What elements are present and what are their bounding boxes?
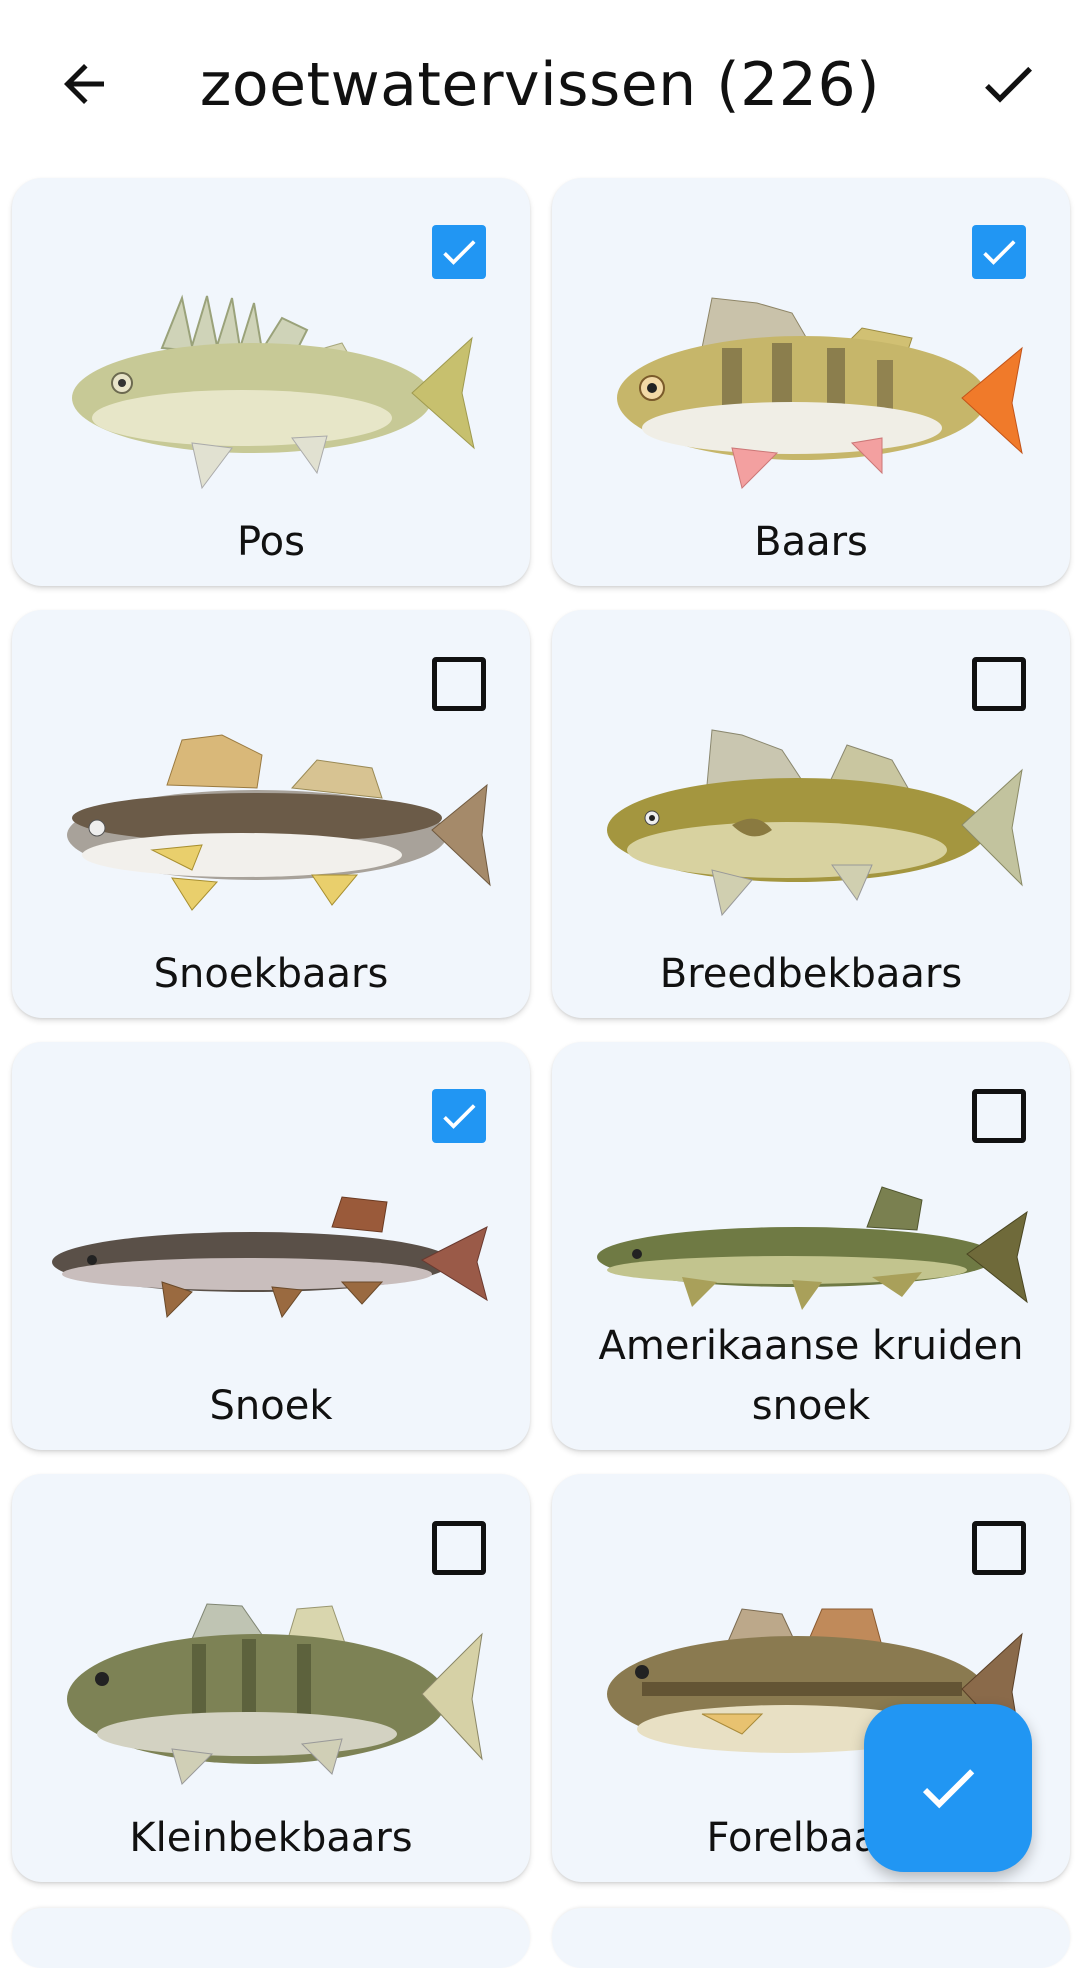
confirm-fab[interactable] [864,1704,1032,1872]
fish-name: Kleinbekbaars [129,1815,413,1861]
fish-card-snoekbaars[interactable]: Snoekbaars [12,610,530,1018]
fish-name: Breedbekbaars [659,951,963,997]
fish-image [67,1603,483,1785]
fish-image [72,294,475,490]
fish-card-breedbekbaars[interactable]: Breedbekbaars [552,610,1070,1018]
check-icon [985,66,1032,103]
confirm-button[interactable] [968,44,1048,124]
back-button[interactable] [44,44,124,124]
fish-card-amerikaanse-kruiden-snoek[interactable]: Amerikaanse kruiden snoek [552,1042,1070,1450]
fish-name: Snoek [209,1383,333,1429]
fish-card-pos[interactable]: Pos [12,178,530,586]
fish-name: Baars [754,519,868,565]
card-partial [12,1908,530,1968]
fish-image [52,1196,488,1319]
app-bar: zoetwatervissen (226) [0,0,1080,170]
fish-name: Pos [236,519,305,565]
check-icon [922,1769,975,1809]
fish-card-kleinbekbaars[interactable]: Kleinbekbaars [12,1474,530,1882]
fish-image [617,297,1023,489]
card-partial [552,1908,1070,1968]
fish-image [67,734,491,911]
arrow-left-icon [64,64,104,104]
fish-image [607,729,1023,917]
fish-card-snoek[interactable]: Snoek [12,1042,530,1450]
fish-card-baars[interactable]: Baars [552,178,1070,586]
fish-name: Amerikaanse kruiden snoek [598,1323,1024,1429]
fish-name: Snoekbaars [153,951,389,997]
page-title: zoetwatervissen (226) [199,50,881,120]
